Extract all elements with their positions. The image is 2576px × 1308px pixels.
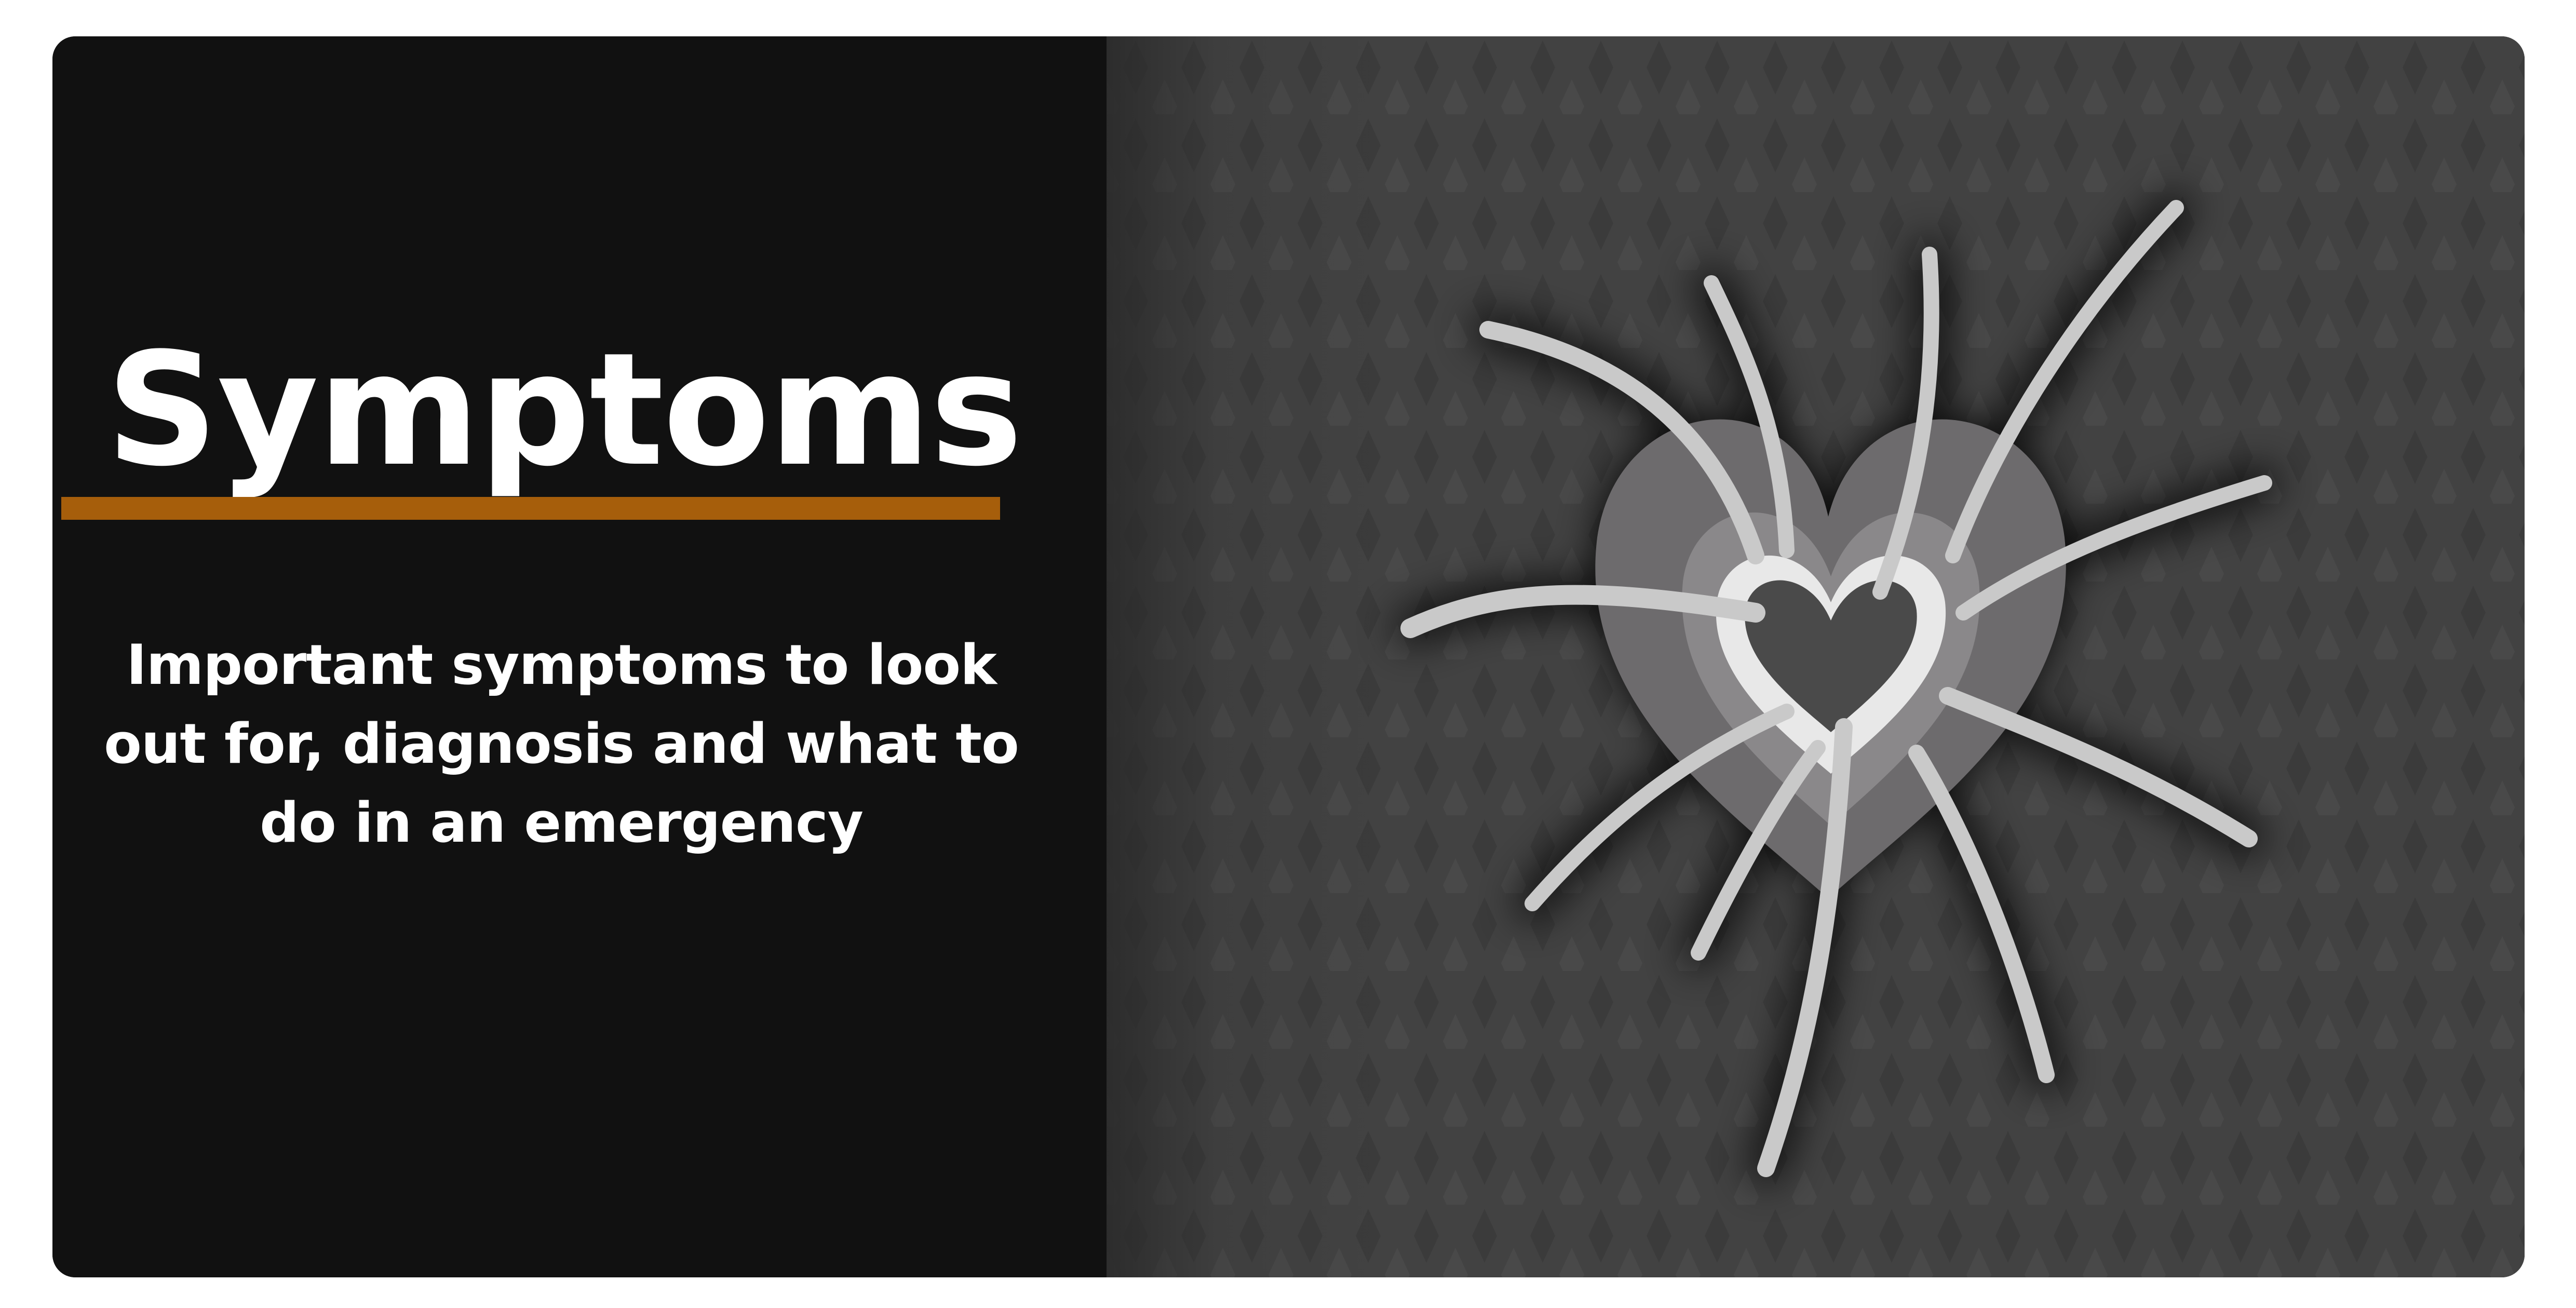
- card-title: Symptoms: [106, 319, 1023, 501]
- illustration-panel: [1107, 36, 2525, 1277]
- card-subtitle: Important symptoms to look out for, diag…: [104, 633, 1019, 855]
- heart-with-radiating-spikes-icon: [1107, 36, 2525, 1277]
- symptoms-card[interactable]: Symptoms Important symptoms to look out …: [52, 36, 2525, 1277]
- title-underline: [61, 497, 1000, 520]
- text-panel: Symptoms Important symptoms to look out …: [52, 36, 1107, 1277]
